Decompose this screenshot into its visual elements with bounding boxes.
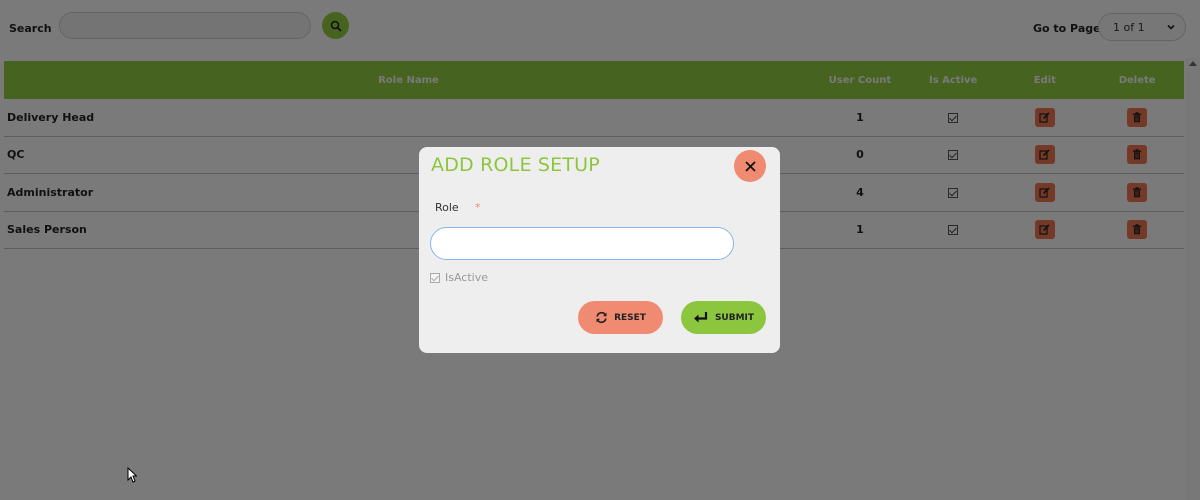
required-marker: * [475,201,481,214]
enter-arrow-icon [693,312,708,323]
close-button[interactable] [734,150,766,182]
submit-label: SUBMIT [714,312,755,323]
checkbox-icon[interactable] [430,272,440,283]
dialog-title: ADD ROLE SETUP [431,154,600,176]
isactive-label: IsActive [445,271,489,284]
close-icon [744,160,756,172]
isactive-checkbox[interactable]: IsActive [430,271,488,284]
reset-label: RESET [614,312,646,323]
submit-button[interactable]: SUBMIT [681,301,766,334]
refresh-icon [596,311,607,324]
role-input[interactable] [430,227,734,260]
mouse-cursor-icon [127,467,137,483]
role-label: Role [435,201,459,214]
reset-button[interactable]: RESET [578,301,663,334]
add-role-dialog: ADD ROLE SETUP Role * IsActive RESET SUB… [419,147,780,353]
